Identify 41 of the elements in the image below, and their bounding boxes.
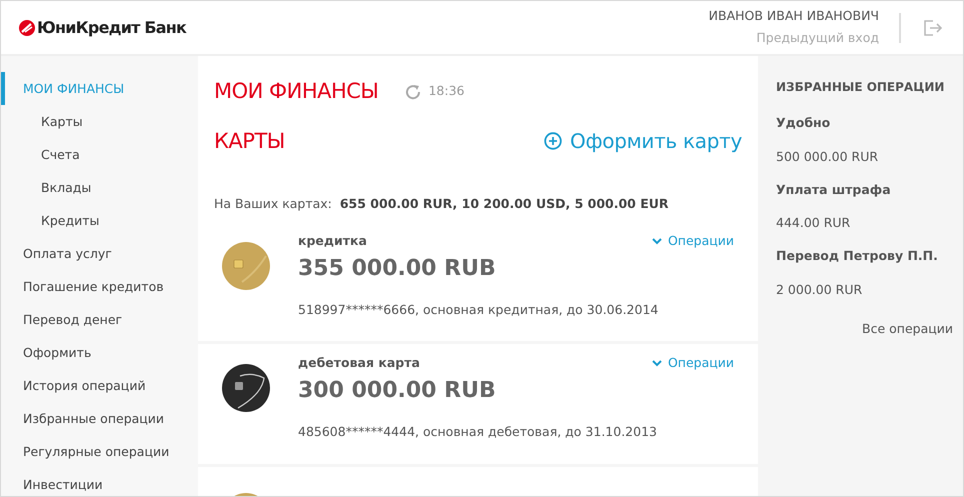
sidebar-item[interactable]: Перевод денег [1, 303, 198, 336]
favorite-amount: 2 000.00 RUR [776, 280, 864, 299]
favorite-operation-link[interactable]: Уплата штрафа [776, 180, 953, 200]
card-name: кредитка [298, 232, 368, 250]
refresh-icon[interactable] [404, 82, 422, 101]
sidebar-subitem[interactable]: Кредиты [1, 204, 198, 237]
update-time: 18:36 [428, 82, 464, 100]
sidebar-item[interactable]: Оформить [1, 336, 198, 369]
sidebar-subitem[interactable]: Вклады [1, 171, 198, 204]
user-name: ИВАНОВ ИВАН ИВАНОВИЧ [708, 7, 879, 26]
sidebar-item[interactable]: Инвестиции [1, 468, 198, 496]
section-title: КАРТЫ [214, 128, 285, 154]
card-details: 485608******4444, основная дебетовая, до 31.10.2013 [298, 423, 658, 441]
sidebar-subitem[interactable]: Счета [1, 138, 198, 171]
logo-icon [19, 20, 35, 36]
sidebar-item[interactable]: История операций [1, 369, 198, 402]
favorite-operation-link[interactable]: Удобно [776, 114, 953, 133]
sidebar-item[interactable]: Избранные операции [1, 402, 198, 435]
chevron-down-icon [652, 360, 662, 368]
favorites-title: ИЗБРАННЫЕ ОПЕРАЦИИ [776, 79, 946, 96]
chevron-down-icon [652, 238, 662, 245]
card-thumbnail [222, 364, 270, 412]
card-row[interactable]: дебетовая карта 300 000.00 RUB Операции 485608******4444, основная дебетовая, до 31.10.2013 [198, 344, 758, 464]
card-thumbnail [222, 242, 270, 290]
card-name: дебетовая карта [298, 354, 421, 372]
card-balance: 355 000.00 RUB [298, 254, 496, 282]
card-balance: 300 000.00 RUB [298, 377, 496, 405]
card-details: 518997******6666, основная кредитная, до 30.06.2014 [298, 300, 660, 319]
page-title: МОИ ФИНАНСЫ [214, 78, 378, 105]
cards-summary: На Ваших картах: 655 000.00 RUR, 10 200.00 USD, 5 000.00 EUR [214, 195, 670, 213]
all-operations-link[interactable]: Все операции [862, 320, 953, 338]
favorite-amount: 444.00 RUR [776, 214, 852, 232]
sidebar-subitem[interactable]: Карты [1, 105, 198, 138]
logo-text: ЮниКредит Банк [37, 16, 186, 38]
sidebar-item[interactable]: Оплата услуг [1, 237, 198, 270]
favorite-operation-link[interactable]: Перевод Петрову П.П. [776, 247, 953, 266]
favorite-amount: 500 000.00 RUR [776, 148, 880, 166]
plus-circle-icon [544, 132, 562, 150]
sidebar-item[interactable]: Погашение кредитов [1, 270, 198, 303]
sidebar-item[interactable]: Регулярные операции [1, 435, 198, 468]
logout-icon[interactable] [923, 18, 943, 36]
